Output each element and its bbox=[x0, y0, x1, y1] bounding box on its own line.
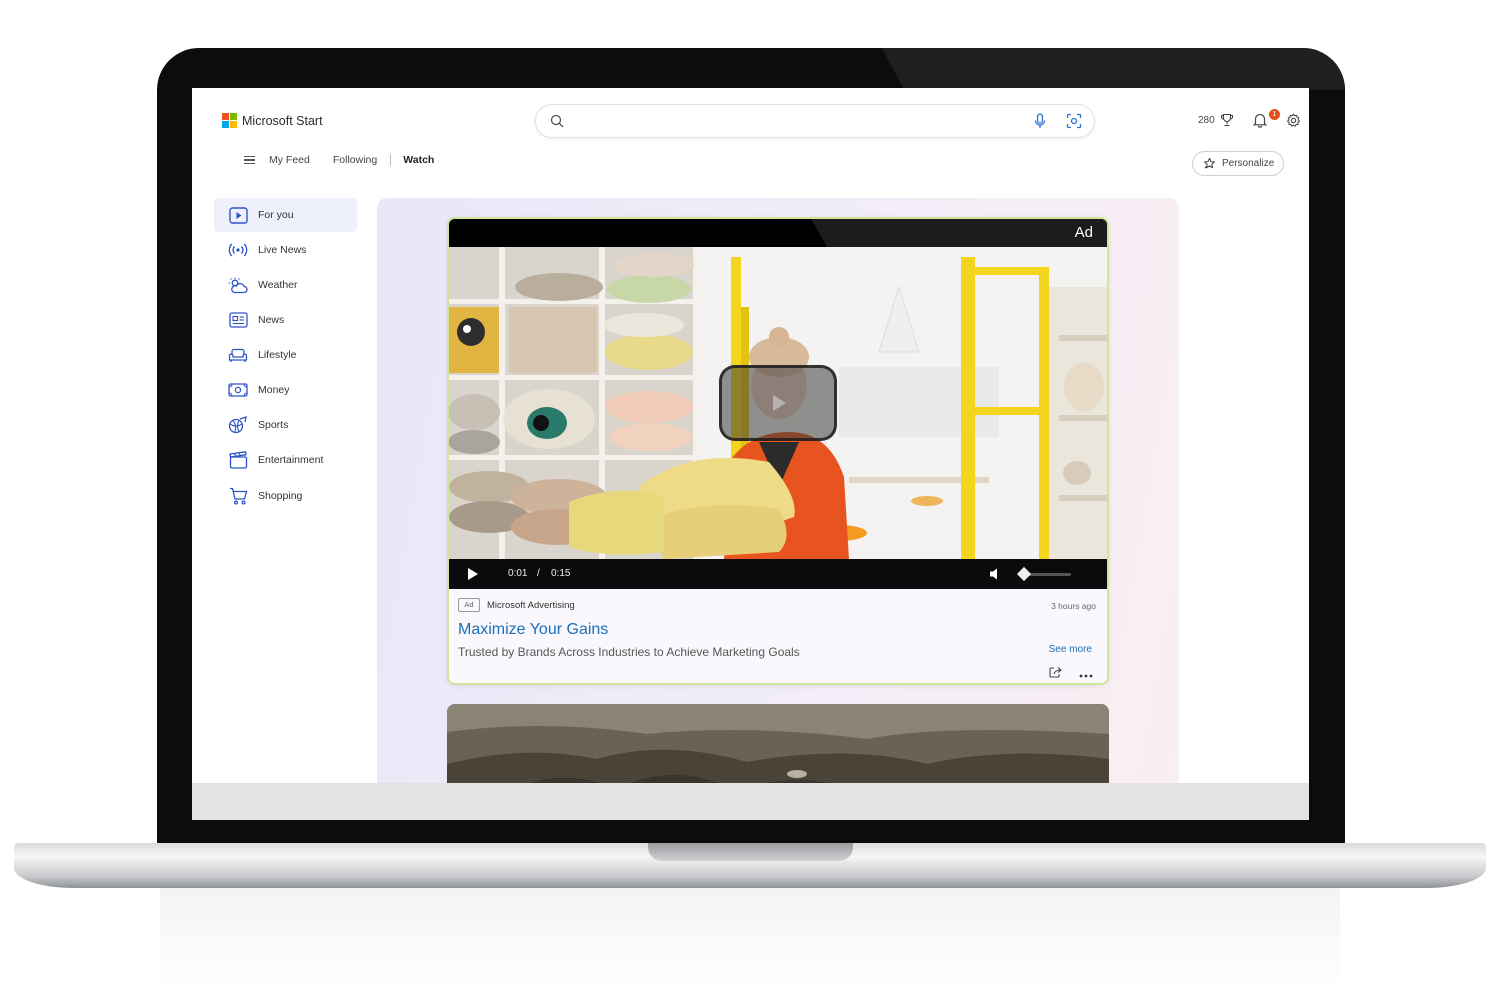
play-icon[interactable] bbox=[467, 567, 479, 586]
play-box-icon bbox=[228, 205, 248, 225]
ad-bar-shade bbox=[810, 219, 1107, 247]
video-controls: 0:01 / 0:15 bbox=[449, 559, 1107, 589]
sidebar: For you Live News Weather News Lifestyle… bbox=[206, 198, 376, 788]
personalize-button[interactable]: Personalize bbox=[1192, 151, 1284, 176]
sidebar-item-money[interactable]: Money bbox=[214, 373, 357, 407]
total-time: 0:15 bbox=[551, 568, 571, 579]
sidebar-label: Entertainment bbox=[258, 454, 324, 466]
card-description: Trusted by Brands Across Industries to A… bbox=[458, 645, 800, 659]
sidebar-item-news[interactable]: News bbox=[214, 303, 357, 337]
current-time: 0:01 bbox=[508, 568, 528, 579]
search-input[interactable] bbox=[574, 111, 1014, 131]
share-icon[interactable] bbox=[1049, 665, 1062, 683]
video-ad-card[interactable]: Ad 0:01 / 0:15 Ad Microsoft Advertising … bbox=[447, 217, 1109, 685]
search-icon bbox=[550, 114, 564, 133]
notification-badge: 1 bbox=[1269, 109, 1280, 120]
time-separator: / bbox=[537, 568, 540, 579]
ad-tag: Ad bbox=[458, 598, 480, 612]
screen-bottom-strip bbox=[192, 783, 1309, 820]
ad-source[interactable]: Microsoft Advertising bbox=[487, 600, 575, 611]
microsoft-logo-icon bbox=[222, 113, 237, 128]
sofa-icon bbox=[228, 345, 248, 365]
laptop-shadow bbox=[160, 880, 1340, 990]
big-play-button[interactable] bbox=[719, 365, 837, 441]
sidebar-label: For you bbox=[258, 209, 294, 221]
top-nav: My Feed Following Watch bbox=[244, 154, 457, 166]
weather-cloud-icon bbox=[228, 275, 248, 295]
sidebar-label: Sports bbox=[258, 419, 289, 431]
more-options-icon[interactable] bbox=[1079, 666, 1093, 683]
sidebar-item-entertainment[interactable]: Entertainment bbox=[214, 443, 357, 477]
microphone-icon[interactable] bbox=[1034, 113, 1046, 134]
sidebar-item-for-you[interactable]: For you bbox=[214, 198, 357, 232]
laptop-notch bbox=[648, 843, 853, 861]
money-icon bbox=[228, 380, 248, 400]
card-meta: Ad Microsoft Advertising 3 hours ago Max… bbox=[449, 589, 1107, 683]
ad-label: Ad bbox=[1074, 224, 1093, 241]
nav-watch[interactable]: Watch bbox=[403, 154, 434, 166]
search-bar[interactable] bbox=[535, 104, 1095, 138]
broadcast-icon bbox=[228, 240, 248, 260]
header: Microsoft Start 280 1 My Feed Following … bbox=[192, 88, 1309, 198]
sidebar-label: Lifestyle bbox=[258, 349, 297, 361]
sidebar-item-lifestyle[interactable]: Lifestyle bbox=[214, 338, 357, 372]
volume-icon[interactable] bbox=[989, 567, 1001, 586]
watch-feed: Ad 0:01 / 0:15 Ad Microsoft Advertising … bbox=[377, 198, 1179, 820]
nav-following[interactable]: Following bbox=[333, 154, 377, 166]
screen: Microsoft Start 280 1 My Feed Following … bbox=[192, 88, 1309, 820]
trophy-icon[interactable] bbox=[1220, 113, 1234, 132]
visual-search-icon[interactable] bbox=[1066, 113, 1082, 134]
personalize-label: Personalize bbox=[1222, 158, 1275, 169]
card-title[interactable]: Maximize Your Gains bbox=[458, 621, 608, 639]
newspaper-icon bbox=[228, 310, 248, 330]
play-icon bbox=[773, 395, 786, 411]
clapperboard-icon bbox=[228, 450, 248, 470]
bezel-glare bbox=[881, 48, 1345, 90]
logo[interactable]: Microsoft Start bbox=[222, 113, 323, 128]
rewards-points[interactable]: 280 bbox=[1198, 115, 1215, 126]
nav-divider bbox=[390, 154, 392, 166]
gear-icon[interactable] bbox=[1286, 113, 1301, 133]
sidebar-item-shopping[interactable]: Shopping bbox=[214, 479, 357, 513]
logo-text: Microsoft Start bbox=[242, 113, 323, 128]
hamburger-menu-icon[interactable] bbox=[244, 156, 255, 164]
personalize-star-icon bbox=[1203, 157, 1216, 169]
sidebar-item-weather[interactable]: Weather bbox=[214, 268, 357, 302]
video-player[interactable]: Ad 0:01 / 0:15 bbox=[449, 219, 1107, 589]
shopping-cart-icon bbox=[228, 486, 248, 506]
sidebar-label: Money bbox=[258, 384, 290, 396]
sidebar-item-live-news[interactable]: Live News bbox=[214, 233, 357, 267]
sidebar-item-sports[interactable]: Sports bbox=[214, 408, 357, 442]
time-ago: 3 hours ago bbox=[1051, 601, 1096, 611]
sidebar-label: News bbox=[258, 314, 285, 326]
nav-my-feed[interactable]: My Feed bbox=[269, 154, 310, 166]
sidebar-label: Live News bbox=[258, 244, 307, 256]
bell-icon[interactable] bbox=[1252, 112, 1268, 133]
sidebar-label: Weather bbox=[258, 279, 298, 291]
see-more-link[interactable]: See more bbox=[1049, 644, 1092, 655]
sports-ball-icon bbox=[228, 415, 248, 435]
ad-bar: Ad bbox=[449, 219, 1107, 247]
sidebar-label: Shopping bbox=[258, 490, 303, 502]
volume-handle[interactable] bbox=[1017, 566, 1032, 582]
